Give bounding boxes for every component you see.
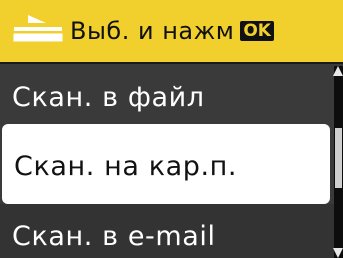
- header-bar: Выб. и нажм OK: [0, 0, 343, 64]
- menu-item-scan-to-email[interactable]: Скан. в e-mail: [0, 214, 336, 258]
- scroll-down-arrow-icon[interactable]: [333, 248, 343, 258]
- header-title: Выб. и нажм: [70, 17, 235, 45]
- menu-item-scan-to-card[interactable]: Скан. на кар.п.: [2, 124, 330, 204]
- scan-menu: Скан. в файл Скан. на кар.п. Скан. в e-m…: [0, 66, 336, 258]
- scanner-icon: [12, 14, 70, 48]
- ok-badge: OK: [240, 21, 274, 41]
- lcd-screen: Выб. и нажм OK Скан. в файл Скан. на кар…: [0, 0, 343, 258]
- scroll-up-arrow-icon[interactable]: [333, 66, 343, 76]
- scrollbar-thumb[interactable]: [335, 128, 342, 188]
- menu-item-scan-to-file[interactable]: Скан. в файл: [0, 66, 336, 126]
